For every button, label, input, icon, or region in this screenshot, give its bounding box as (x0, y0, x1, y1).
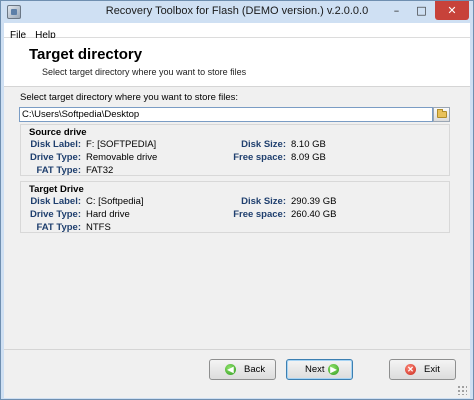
app-window: Recovery Toolbox for Flash (DEMO version… (0, 0, 474, 400)
target-path-input[interactable]: C:\Users\Softpedia\Desktop (19, 107, 433, 122)
source-fat-type-label: FAT Type: (36, 165, 81, 176)
maximize-button[interactable]: □ (409, 1, 434, 20)
wizard-header: Target directory Select target directory… (4, 38, 470, 87)
next-button-label: Next (305, 364, 325, 375)
source-fat-type-value: FAT32 (86, 165, 114, 176)
browse-folder-button[interactable] (433, 107, 450, 122)
target-disk-label-label: Disk Label: (30, 196, 81, 207)
back-button[interactable]: ◀ Back (209, 359, 276, 380)
exit-button[interactable]: ✕ Exit (389, 359, 456, 380)
source-disk-label-value: F: [SOFTPEDIA] (86, 139, 157, 150)
target-drive-group: Target Drive Disk Label: C: [Softpedia] … (20, 181, 450, 233)
next-button[interactable]: Next ▶ (286, 359, 353, 380)
target-disk-size-value: 290.39 GB (291, 196, 337, 207)
back-arrow-icon: ◀ (225, 364, 236, 375)
source-free-space-value: 8.09 GB (291, 152, 326, 163)
page-title: Target directory (29, 46, 143, 63)
source-disk-label-label: Disk Label: (30, 139, 81, 150)
source-drive-type-label: Drive Type: (29, 152, 81, 163)
minimize-button[interactable]: – (384, 1, 409, 20)
exit-button-label: Exit (424, 364, 440, 375)
back-button-label: Back (244, 364, 266, 375)
wizard-content: Target directory Select target directory… (4, 38, 470, 349)
source-free-space-label: Free space: (233, 152, 286, 163)
next-arrow-icon: ▶ (328, 364, 339, 375)
target-free-space-value: 260.40 GB (291, 209, 337, 220)
target-fat-type-label: FAT Type: (36, 222, 81, 233)
source-disk-size-label: Disk Size: (241, 139, 286, 150)
target-drive-type-value: Hard drive (86, 209, 130, 220)
wizard-footer: ◀ Back Next ▶ ✕ Exit (4, 349, 470, 398)
folder-icon (437, 109, 447, 118)
target-path-label: Select target directory where you want t… (20, 92, 239, 103)
resize-grip[interactable] (457, 385, 467, 395)
target-drive-title: Target Drive (29, 184, 84, 195)
source-drive-title: Source drive (29, 127, 87, 138)
title-bar[interactable]: Recovery Toolbox for Flash (DEMO version… (1, 1, 473, 23)
source-drive-group: Source drive Disk Label: F: [SOFTPEDIA] … (20, 124, 450, 176)
target-disk-size-label: Disk Size: (241, 196, 286, 207)
source-disk-size-value: 8.10 GB (291, 139, 326, 150)
target-disk-label-value: C: [Softpedia] (86, 196, 144, 207)
target-free-space-label: Free space: (233, 209, 286, 220)
source-drive-type-value: Removable drive (86, 152, 158, 163)
close-button[interactable]: ✕ (435, 1, 469, 20)
page-subtitle: Select target directory where you want t… (42, 67, 247, 77)
target-fat-type-value: NTFS (86, 222, 111, 233)
menu-bar: File Help (4, 23, 470, 41)
target-drive-type-label: Drive Type: (29, 209, 81, 220)
exit-icon: ✕ (405, 364, 416, 375)
